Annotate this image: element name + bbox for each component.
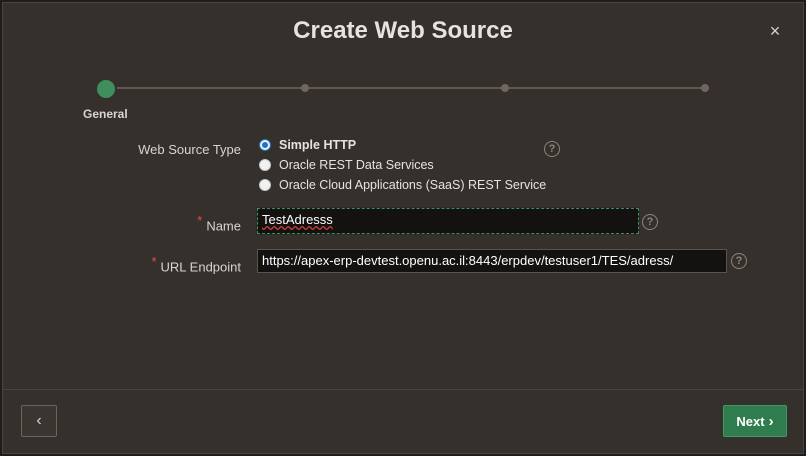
next-button-label: Next	[736, 413, 765, 429]
name-input-value: TestAdresss	[262, 212, 333, 227]
required-marker: *	[197, 213, 203, 228]
help-icon[interactable]: ?	[642, 214, 658, 230]
help-icon[interactable]: ?	[731, 253, 747, 269]
help-icon[interactable]: ?	[544, 141, 560, 157]
radio-oracle-cloud-saas[interactable]: Oracle Cloud Applications (SaaS) REST Se…	[259, 178, 546, 192]
wizard-step-2	[301, 84, 309, 92]
next-button[interactable]: Next ›	[723, 405, 787, 437]
radio-button[interactable]	[259, 179, 271, 191]
wizard-step-1-current	[95, 78, 117, 100]
chevron-left-icon: ‹	[36, 412, 42, 429]
wizard-step-3	[501, 84, 509, 92]
radio-button[interactable]	[259, 159, 271, 171]
name-label: * Name	[41, 213, 241, 233]
wizard-current-step-label: General	[83, 107, 128, 121]
radio-button-selected[interactable]	[259, 139, 271, 151]
radio-oracle-rest-data-services[interactable]: Oracle REST Data Services	[259, 158, 434, 172]
previous-button[interactable]: ‹	[21, 405, 57, 437]
wizard-track	[105, 87, 705, 89]
dialog-title: Create Web Source	[293, 17, 513, 44]
url-endpoint-label-text: URL Endpoint	[160, 259, 241, 275]
chevron-right-icon: ›	[768, 412, 774, 430]
required-marker: *	[151, 254, 157, 269]
radio-simple-http[interactable]: Simple HTTP	[259, 138, 356, 152]
create-web-source-dialog: Create Web Source × General Web Source T…	[2, 2, 804, 454]
radio-label: Simple HTTP	[279, 138, 357, 152]
url-endpoint-input[interactable]: https://apex-erp-devtest.openu.ac.il:844…	[257, 249, 727, 273]
radio-label: Oracle Cloud Applications (SaaS) REST Se…	[279, 178, 547, 192]
web-source-type-label: Web Source Type	[138, 142, 241, 157]
url-endpoint-label: * URL Endpoint	[41, 254, 241, 274]
close-icon[interactable]: ×	[765, 21, 785, 41]
name-label-text: Name	[206, 218, 241, 234]
radio-label: Oracle REST Data Services	[279, 158, 434, 172]
footer-divider	[3, 389, 803, 390]
name-input[interactable]: TestAdresss	[256, 207, 640, 235]
wizard-step-4	[701, 84, 709, 92]
